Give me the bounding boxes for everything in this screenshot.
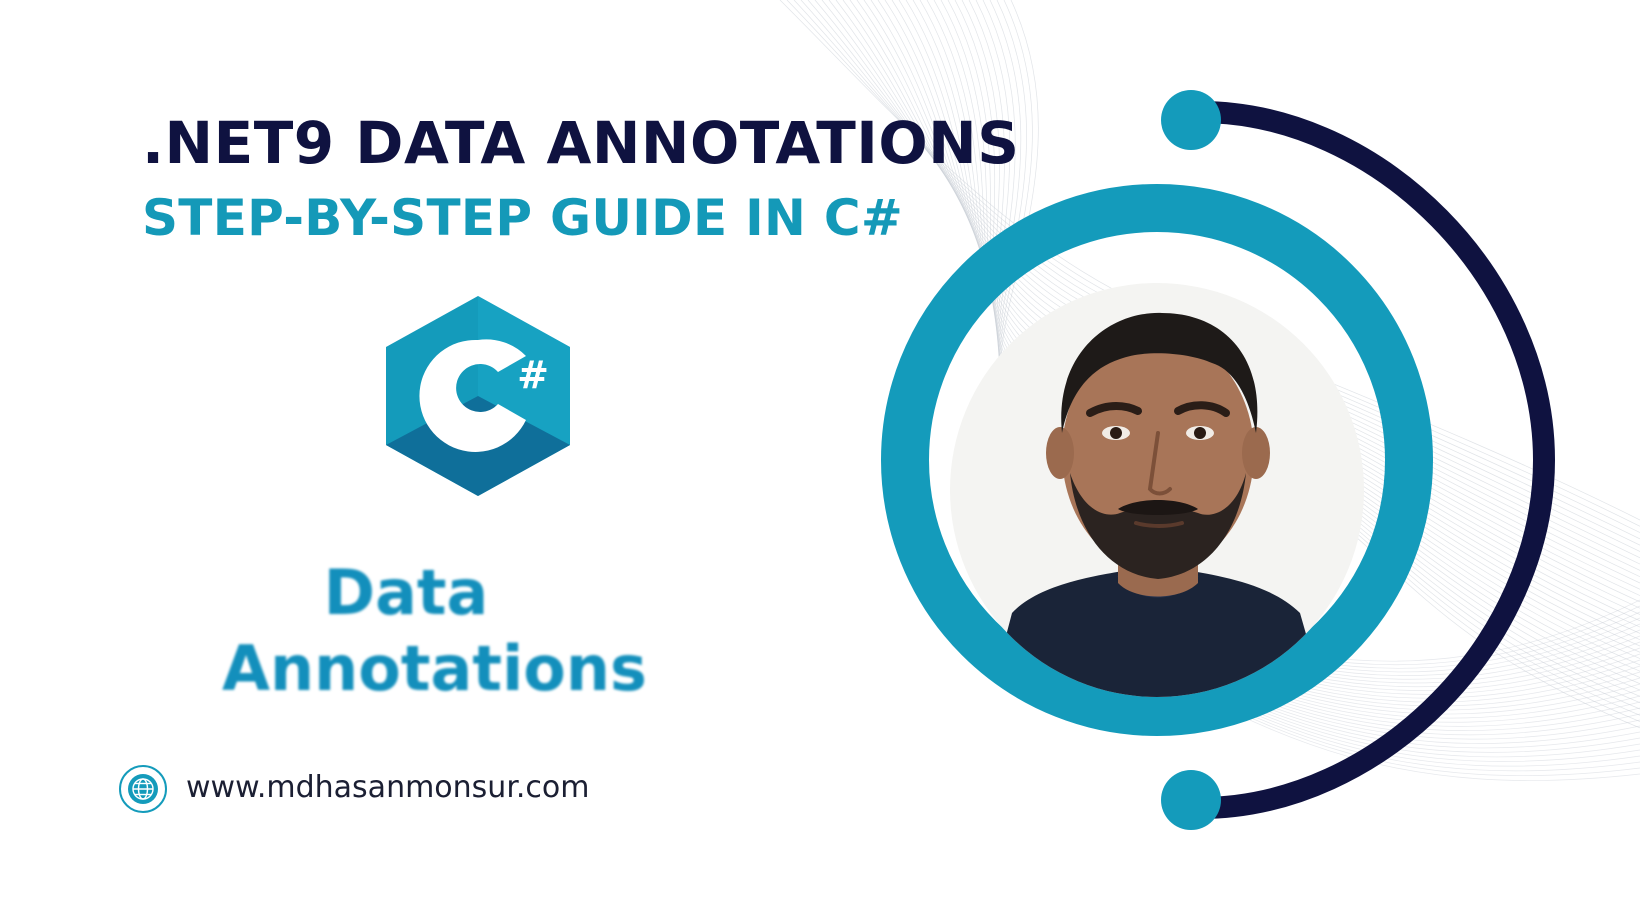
logo-text-annotations: Annotations bbox=[222, 632, 647, 705]
page-subtitle: STEP-BY-STEP GUIDE IN C# bbox=[142, 189, 904, 247]
globe-icon bbox=[119, 765, 167, 813]
csharp-logo-icon: # bbox=[386, 296, 570, 496]
person-portrait bbox=[950, 283, 1364, 697]
website-link[interactable]: www.mdhasanmonsur.com bbox=[186, 768, 590, 808]
logo-text-data: Data bbox=[323, 556, 489, 629]
svg-text:#: # bbox=[517, 353, 549, 397]
